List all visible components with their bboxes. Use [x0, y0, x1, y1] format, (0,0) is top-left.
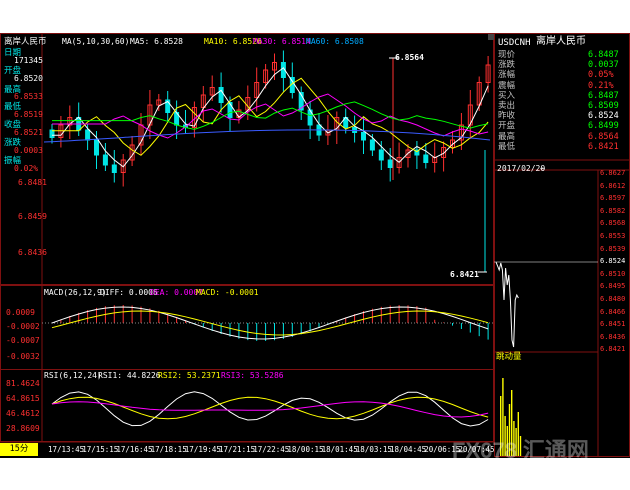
quote-code: USDCNH [498, 38, 531, 48]
ma60-value: MA60: 6.8508 [306, 37, 364, 46]
panel-close-button [488, 34, 494, 40]
open-value: 6.8520 [14, 74, 43, 83]
quote-value: 0.0037 [588, 60, 619, 71]
rsi3-value: RSI3: 53.5286 [221, 371, 284, 380]
blue-ma-line [43, 129, 491, 143]
low-annotation: 6.8421 [450, 270, 479, 279]
high-annotation: 6.8564 [395, 53, 424, 62]
macd-tick-2: -0.0002 [6, 322, 40, 331]
intraday-tick: 6.8466 [600, 307, 626, 316]
intraday-tick: 6.8627 [600, 169, 626, 177]
macd-tick-4: -0.0032 [6, 352, 40, 361]
quote-value: 6.8421 [588, 141, 619, 152]
time-tick: 17/19:45 [184, 445, 221, 454]
time-tick: 17/13:45 [48, 445, 85, 454]
candlestick [361, 132, 366, 141]
time-tick: 17/18:15 [150, 445, 187, 454]
quote-label: 震幅 [498, 80, 516, 91]
quote-value: 6.8509 [588, 101, 619, 111]
ma5-value: MA5: 6.8528 [130, 37, 183, 46]
time-tick: 17/21:15 [219, 445, 256, 454]
macd-panel-border [0, 285, 494, 370]
amp-value: 0.02% [14, 164, 39, 173]
candlestick [423, 154, 429, 163]
main-panel-border [0, 33, 494, 285]
quote-label: 卖出 [498, 101, 516, 111]
quote-value: 6.8499 [588, 121, 619, 132]
intraday-price-line [495, 261, 519, 348]
quote-value: 0.21% [588, 80, 614, 91]
intraday-dash: — [540, 164, 545, 173]
intraday-tick: 6.8553 [600, 232, 626, 240]
quote-value: 0.05% [588, 70, 614, 81]
quote-label: 最高 [498, 131, 516, 142]
quote-value: 6.8487 [588, 90, 619, 101]
candlestick [369, 139, 375, 151]
price-tick-1: 6.8481 [18, 178, 47, 187]
ma60-line [52, 101, 489, 130]
intraday-tick: 6.8451 [600, 320, 626, 329]
intraday-date: 2017/02/20 [497, 164, 546, 173]
ma-params: MA(5,10,30,60) [62, 37, 130, 46]
rsi2-value: RSI2: 53.2371 [158, 371, 221, 380]
rsi-tick-1: 81.4624 [6, 379, 40, 388]
macd-params: MACD(26,12,9) [44, 288, 107, 297]
quote-label: 涨跌 [498, 60, 516, 71]
rsi-tick-3: 46.4612 [6, 409, 40, 418]
time-tick: 17/15:15 [82, 445, 119, 454]
rsi1-value: RSI1: 44.8226 [98, 371, 161, 380]
screenshot-root: { "title_bar": { "symbol_name": "离岸人民币",… [0, 0, 630, 490]
intraday-tick: 6.8582 [600, 206, 626, 215]
quote-value: 6.8487 [588, 50, 619, 60]
macd-macd: MACD: -0.0001 [196, 288, 259, 297]
intraday-tick: 6.8597 [600, 194, 626, 203]
chart-canvas [0, 33, 630, 457]
quote-label: 涨幅 [498, 70, 516, 81]
time-tick: 18/01:45 [321, 445, 358, 454]
time-tick: 18/03:15 [355, 445, 392, 454]
ma30-value: MA30: 6.8514 [253, 37, 311, 46]
intraday-tick: 6.8421 [600, 345, 626, 354]
intraday-tick: 6.8524 [600, 257, 626, 266]
quote-label: 开盘 [498, 121, 516, 132]
quote-value: 6.8564 [588, 131, 619, 142]
quote-name: 离岸人民币 [536, 36, 586, 47]
time-tick: 17/16:45 [116, 445, 153, 454]
quote-label: 最低 [498, 141, 516, 152]
intraday-tick: 6.8612 [600, 181, 626, 190]
time-tick: 18/04:45 [390, 445, 427, 454]
intraday-tick: 6.8568 [600, 219, 626, 228]
candlestick [111, 164, 117, 173]
rsi-line-3 [51, 401, 489, 418]
candlestick [378, 149, 384, 161]
macd-tick-1: 0.0009 [6, 308, 35, 317]
time-tick: 18/00:15 [287, 445, 324, 454]
rsi-tick-4: 28.8609 [6, 424, 40, 433]
candlestick [102, 154, 108, 166]
quote-label: 买入 [498, 90, 516, 101]
macd-tick-3: -0.0007 [6, 336, 40, 345]
candlestick [227, 102, 233, 118]
rsi-line-2 [51, 396, 489, 420]
quote-value: 6.8524 [588, 111, 619, 122]
candlestick [94, 139, 99, 156]
period-button[interactable]: 15分 [0, 443, 38, 456]
candlestick [85, 129, 91, 141]
intraday-tick: 6.8480 [600, 295, 626, 303]
intraday-tick: 6.8436 [600, 332, 626, 341]
candlestick [387, 159, 393, 168]
fx678-watermark: FX678 汇通网 [452, 438, 589, 463]
time-tick: 17/22:45 [253, 445, 290, 454]
rsi-params: RSI(6,12,24) [44, 371, 102, 380]
intraday-tick: 6.8495 [600, 282, 626, 291]
quote-label: 现价 [498, 50, 516, 60]
volume-label: 跳动量 [496, 352, 522, 362]
price-tick-2: 6.8459 [18, 212, 47, 221]
intraday-tick: 6.8510 [600, 269, 626, 278]
intraday-tick: 6.8539 [600, 244, 626, 253]
rsi-tick-2: 64.8615 [6, 394, 40, 403]
price-tick-3: 6.8436 [18, 248, 47, 257]
quote-label: 昨收 [498, 111, 516, 122]
